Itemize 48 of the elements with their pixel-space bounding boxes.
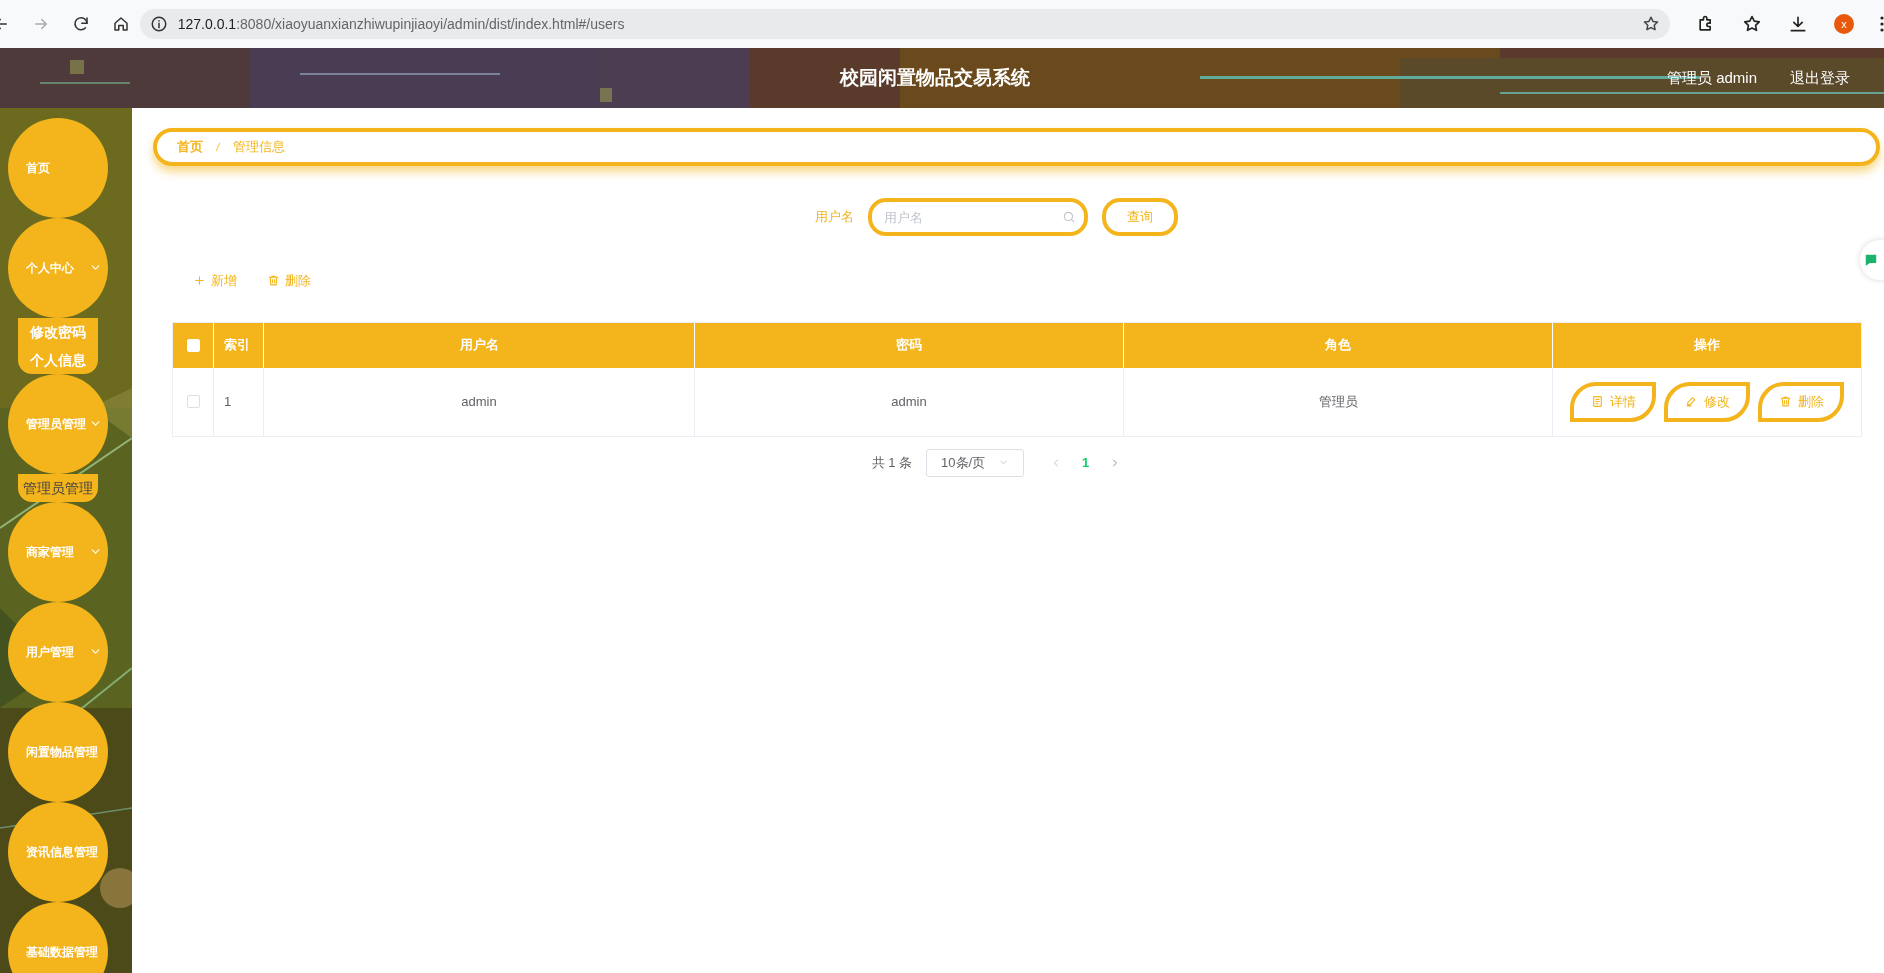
breadcrumb-link[interactable]: 管理信息 xyxy=(233,137,285,157)
profile-button[interactable]: x xyxy=(1834,14,1854,34)
more-icon xyxy=(1880,16,1884,32)
submenu-item[interactable]: 修改密码 xyxy=(30,318,86,346)
table-cell-text: admin xyxy=(891,392,927,411)
search-button[interactable]: 查询 xyxy=(1102,198,1178,236)
page-size-select[interactable]: 10条/页 xyxy=(926,448,1025,477)
search-icon xyxy=(1062,210,1076,224)
separator-icon xyxy=(213,140,223,154)
address-bar[interactable]: 127.0.0.1:8080/xiaoyuanxianzhiwupinjiaoyi/admin/dist/index.html#/users xyxy=(139,9,1670,39)
column-header: 操作 xyxy=(1694,336,1720,355)
column-header: 密码 xyxy=(896,336,922,355)
edit-button[interactable]: 修改 xyxy=(1664,381,1750,422)
trash-icon xyxy=(267,274,280,288)
submenu-item[interactable]: 个人信息 xyxy=(30,346,86,374)
table-cell-text: admin xyxy=(461,392,497,411)
page-button[interactable]: 1 xyxy=(1076,452,1096,473)
trash-icon xyxy=(1778,395,1792,408)
select-all-checkbox[interactable] xyxy=(186,338,200,352)
download-button[interactable] xyxy=(1788,14,1808,34)
chat-icon xyxy=(1864,253,1878,267)
reload-button[interactable] xyxy=(72,15,90,33)
column-header: 索引 xyxy=(224,336,250,355)
bookmarks-button[interactable] xyxy=(1742,14,1762,34)
field-label: 用户名 xyxy=(815,208,854,227)
delete-button[interactable]: 删除 xyxy=(1758,381,1844,422)
row-checkbox[interactable] xyxy=(186,395,200,408)
table-cell-text: 管理员 xyxy=(1318,392,1358,411)
breadcrumb-link[interactable]: 首页 xyxy=(177,137,203,157)
plus-icon xyxy=(193,274,206,288)
detail-button[interactable]: 详情 xyxy=(1570,381,1656,422)
star-icon xyxy=(1642,15,1660,33)
delete-button[interactable]: 删除 xyxy=(267,271,311,291)
pencil-icon xyxy=(1684,395,1698,408)
table-cell-text: 1 xyxy=(224,392,232,411)
document-icon xyxy=(1590,395,1604,408)
add-button[interactable]: 新增 xyxy=(193,271,237,291)
search-field[interactable]: 用户名 xyxy=(868,198,1088,236)
column-header: 用户名 xyxy=(459,336,499,355)
column-header: 角色 xyxy=(1325,336,1351,355)
home-icon xyxy=(112,15,130,33)
info-icon xyxy=(149,15,168,33)
reload-icon xyxy=(72,15,90,33)
download-icon xyxy=(1788,14,1808,34)
home-button[interactable] xyxy=(112,15,130,33)
url-text: 127.0.0.1:8080/xiaoyuanxianzhiwupinjiaoyi/admin/dist/index.html#/users xyxy=(177,14,626,34)
total-count: 共 1 条 xyxy=(871,453,913,472)
bookmarks-icon xyxy=(1742,14,1762,34)
